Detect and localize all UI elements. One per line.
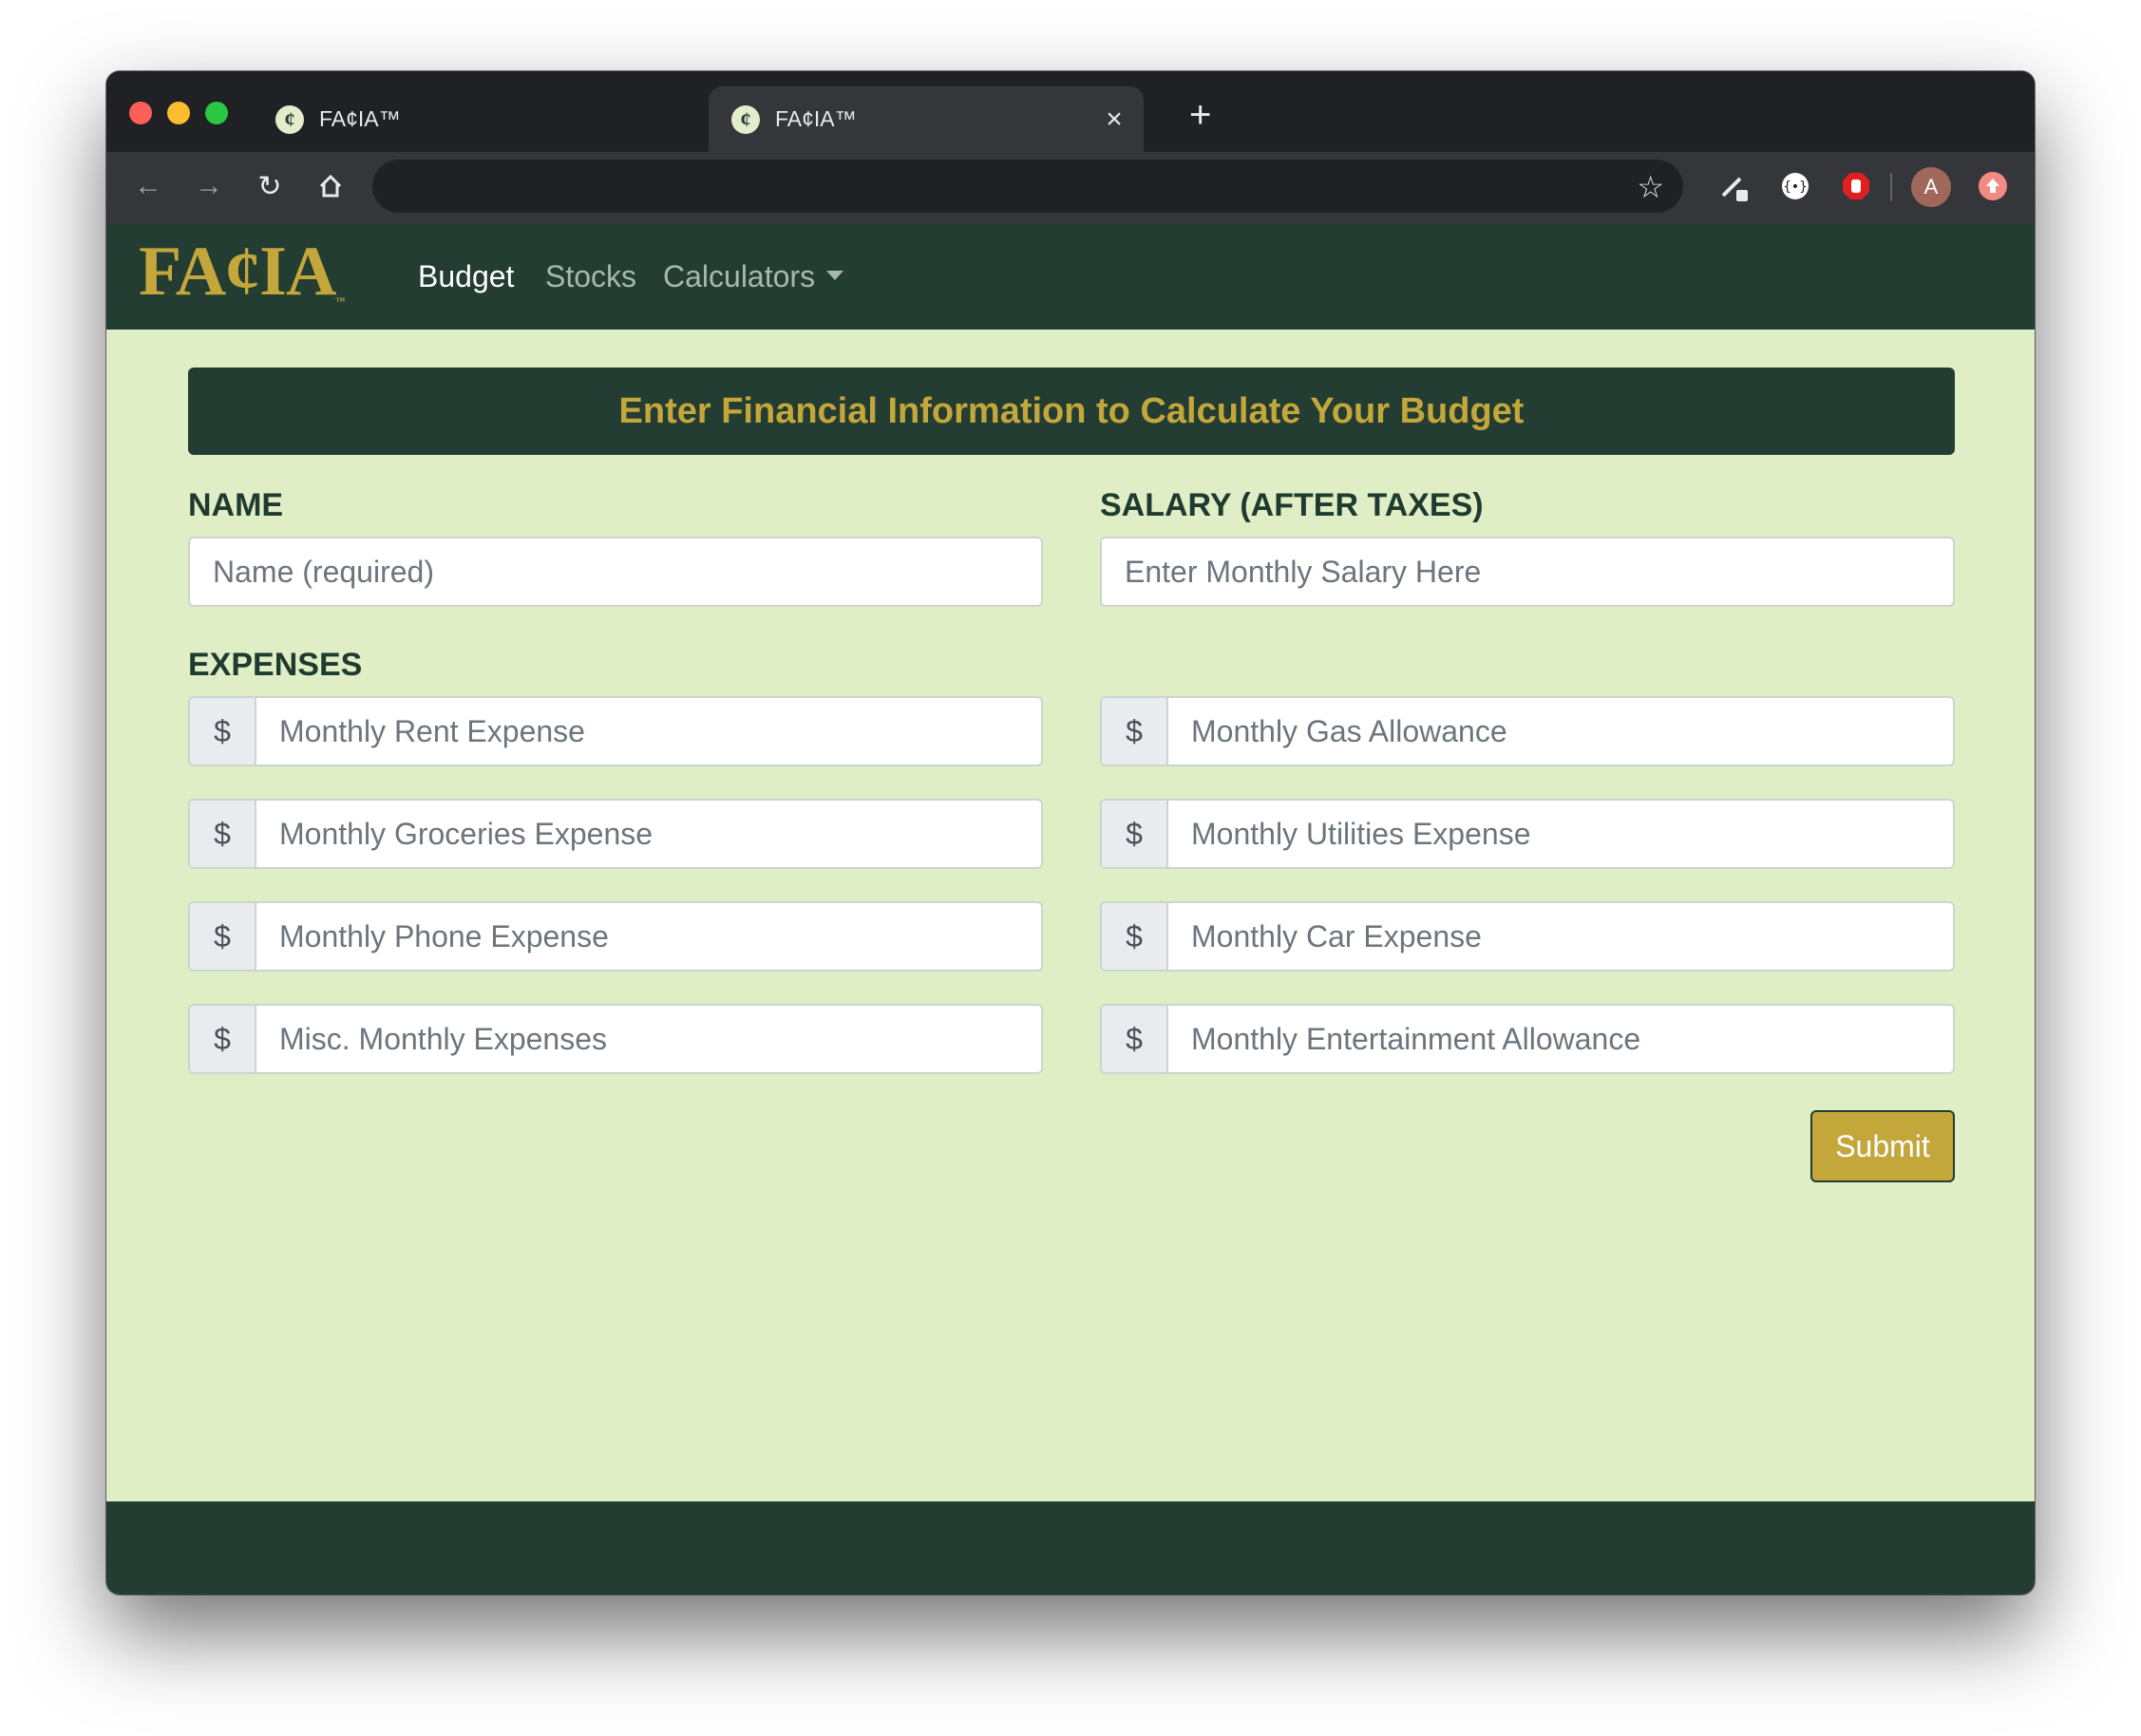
nav-link-stocks[interactable]: Stocks [545, 259, 636, 294]
dollar-prefix: $ [1102, 698, 1168, 764]
salary-input[interactable] [1102, 538, 1953, 605]
gas-allowance-input[interactable] [1168, 698, 1953, 764]
dollar-prefix: $ [190, 903, 256, 970]
site-footer [106, 1501, 2035, 1594]
forward-icon[interactable]: → [190, 167, 228, 205]
dollar-prefix: $ [190, 801, 256, 867]
submit-button[interactable]: Submit [1810, 1110, 1955, 1182]
svg-text:{•}: {•} [1783, 179, 1807, 195]
entertainment-allowance-field[interactable]: $ [1100, 1004, 1955, 1074]
facia-favicon-icon: ¢ [731, 104, 760, 134]
facia-page: FA¢IA™ Budget Stocks Calculators Enter F… [106, 223, 2035, 1594]
browser-toolbar: ← → ↻ ☆ {•} A [106, 152, 2035, 223]
salary-field[interactable] [1100, 537, 1955, 607]
groceries-expense-input[interactable] [256, 801, 1041, 867]
facia-logo[interactable]: FA¢IA™ [139, 236, 345, 307]
browser-tab-2[interactable]: ¢ FA¢IA™ × [709, 86, 1144, 152]
nav-link-budget[interactable]: Budget [418, 259, 514, 294]
form-banner: Enter Financial Information to Calculate… [188, 368, 1955, 455]
address-bar[interactable]: ☆ [372, 160, 1683, 213]
dollar-prefix: $ [1102, 903, 1168, 970]
car-expense-input[interactable] [1168, 903, 1953, 970]
code-extension-icon[interactable]: {•} [1776, 167, 1814, 205]
close-tab-icon[interactable]: × [1100, 104, 1128, 136]
logo-trademark: ™ [335, 296, 345, 307]
budget-form: Enter Financial Information to Calculate… [106, 330, 2035, 1501]
phone-expense-input[interactable] [256, 903, 1041, 970]
back-icon[interactable]: ← [129, 167, 167, 205]
name-input[interactable] [190, 538, 1041, 605]
close-window-button[interactable] [129, 102, 152, 124]
new-tab-icon[interactable]: + [1189, 96, 1211, 134]
dollar-prefix: $ [190, 698, 256, 764]
tab-strip: ¢ FA¢IA™ × ¢ FA¢IA™ × + [106, 71, 2035, 152]
toolbar-separator [1890, 173, 1892, 201]
rent-expense-field[interactable]: $ [188, 696, 1043, 766]
tab-title: FA¢IA™ [775, 106, 857, 131]
entertainment-allowance-input[interactable] [1168, 1006, 1953, 1072]
car-expense-field[interactable]: $ [1100, 901, 1955, 972]
logo-text: FA¢IA [139, 233, 336, 311]
gas-allowance-field[interactable]: $ [1100, 696, 1955, 766]
misc-expenses-input[interactable] [256, 1006, 1041, 1072]
pen-extension-icon[interactable] [1715, 167, 1753, 205]
site-navbar: FA¢IA™ Budget Stocks Calculators [106, 223, 2035, 330]
bookmark-star-icon[interactable]: ☆ [1637, 169, 1664, 205]
phone-expense-field[interactable]: $ [188, 901, 1043, 972]
utilities-expense-input[interactable] [1168, 801, 1953, 867]
expenses-label: EXPENSES [188, 647, 363, 683]
nav-dropdown-calculators[interactable]: Calculators [663, 259, 844, 294]
maximize-window-button[interactable] [205, 102, 228, 124]
facia-favicon-icon: ¢ [275, 104, 304, 134]
groceries-expense-field[interactable]: $ [188, 799, 1043, 869]
name-field[interactable] [188, 537, 1043, 607]
salary-label: SALARY (AFTER TAXES) [1100, 487, 1484, 523]
dollar-prefix: $ [1102, 1006, 1168, 1072]
block-extension-icon[interactable] [1837, 167, 1875, 205]
rent-expense-input[interactable] [256, 698, 1041, 764]
profile-avatar[interactable]: A [1911, 167, 1951, 207]
utilities-expense-field[interactable]: $ [1100, 799, 1955, 869]
caret-down-icon [826, 270, 844, 280]
reload-icon[interactable]: ↻ [251, 167, 289, 205]
misc-expenses-field[interactable]: $ [188, 1004, 1043, 1074]
dollar-prefix: $ [190, 1006, 256, 1072]
browser-window: ¢ FA¢IA™ × ¢ FA¢IA™ × + ← → ↻ ☆ {•} [106, 71, 2035, 1594]
update-icon[interactable] [1974, 167, 2012, 205]
nav-dropdown-label: Calculators [663, 259, 816, 293]
minimize-window-button[interactable] [167, 102, 190, 124]
dollar-prefix: $ [1102, 801, 1168, 867]
home-icon[interactable] [312, 167, 350, 205]
name-label: NAME [188, 487, 284, 523]
